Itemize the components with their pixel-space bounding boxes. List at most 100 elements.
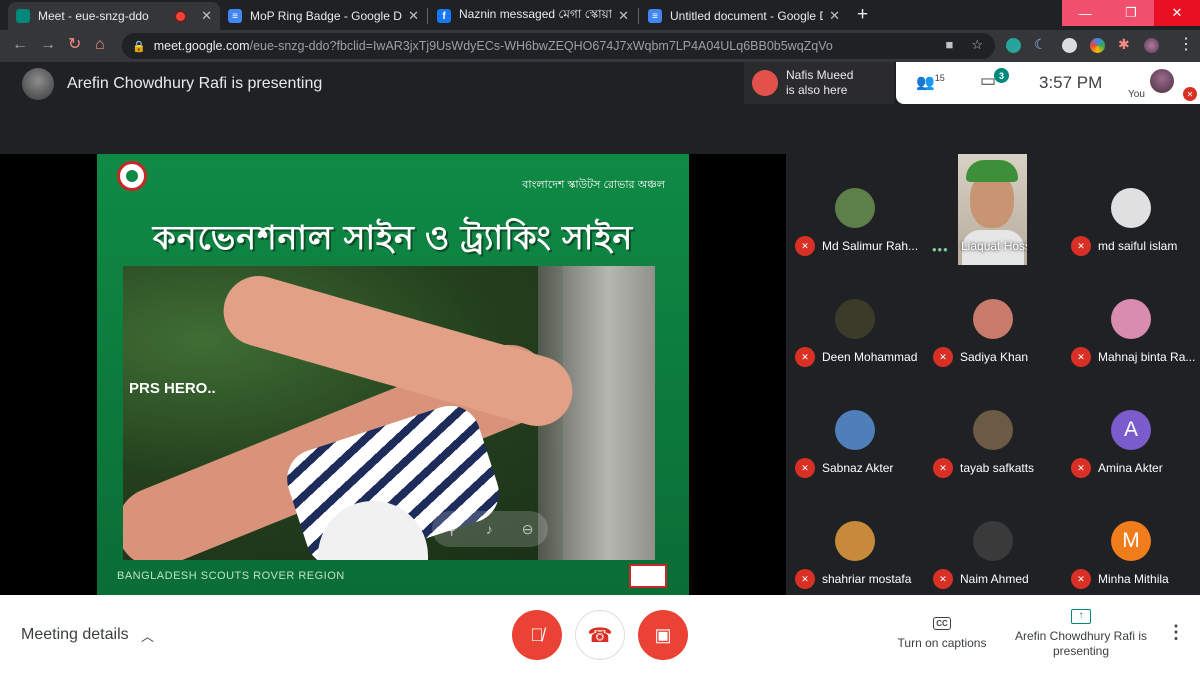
- extension-icon[interactable]: [1062, 38, 1077, 53]
- participant-tile[interactable]: ✕ Sadiya Khan: [924, 265, 1062, 376]
- meet-bottom-bar: Meeting details ︿ 🎙̸ ☎ ▣ CC Turn on capt…: [0, 595, 1200, 675]
- tab-separator: [427, 8, 428, 24]
- address-bar[interactable]: 🔒 meet.google.com /eue-snzg-ddo?fbclid=I…: [122, 33, 995, 59]
- avatar: [835, 521, 875, 561]
- slide-org: বাংলাদেশ স্কাউটস রোভার অঞ্চল: [522, 179, 665, 191]
- profile-avatar[interactable]: [1144, 38, 1159, 53]
- close-tab-icon[interactable]: ✕: [201, 8, 212, 24]
- new-tab-icon[interactable]: +: [857, 5, 868, 24]
- presenting-button[interactable]: ↑ Arefin Chowdhury Rafi is presenting: [1012, 607, 1150, 659]
- presented-slide: বাংলাদেশ স্কাউটস রোভার অঞ্চল কনভেনশনাল স…: [97, 154, 689, 595]
- browser-tab-strip: Meet - eue-snzg-ddo ✕ ≡ MoP Ring Badge -…: [0, 0, 1200, 30]
- people-count: 15: [934, 73, 945, 83]
- participant-tile[interactable]: M ✕ Minha Mithila: [1062, 487, 1200, 598]
- tab-title: Meet - eue-snzg-ddo: [38, 9, 149, 23]
- home-icon[interactable]: ⌂: [95, 36, 105, 54]
- avatar: [1111, 299, 1151, 339]
- participant-tile[interactable]: ✕ Deen Mohammad: [786, 265, 924, 376]
- participant-name: Minha Mithila: [1098, 572, 1169, 586]
- more-options-icon[interactable]: ⋮: [1167, 622, 1185, 643]
- menu-kebab-icon[interactable]: ⋮: [1178, 36, 1194, 54]
- tab-meet[interactable]: Meet - eue-snzg-ddo ✕: [8, 2, 220, 30]
- chevron-up-icon[interactable]: ︿: [141, 626, 154, 645]
- extension-icon[interactable]: [1090, 38, 1105, 53]
- participant-tile[interactable]: ✕ md saiful islam: [1062, 154, 1200, 265]
- avatar: [1111, 188, 1151, 228]
- participant-tile[interactable]: ✕ Sabnaz Akter: [786, 376, 924, 487]
- mic-off-icon: ✕: [933, 569, 953, 589]
- participant-video-tile[interactable]: Liaquat Hossain: [958, 154, 1027, 265]
- url-path: /eue-snzg-ddo?fbclid=IwAR3jxTj9UsWdyECs-…: [249, 39, 833, 53]
- also-here-text: is also here: [786, 83, 848, 97]
- close-tab-icon[interactable]: ✕: [618, 8, 629, 24]
- mic-off-icon: ✕: [795, 347, 815, 367]
- bookmark-star-icon[interactable]: ☆: [971, 37, 983, 53]
- meeting-details-button[interactable]: Meeting details: [21, 626, 129, 644]
- also-here-card[interactable]: Nafis Mueed is also here: [744, 62, 894, 104]
- participant-tile[interactable]: ✕ tayab safkatts: [924, 376, 1062, 487]
- tab-title: Naznin messaged মেগা স্কোয়াড: [459, 7, 613, 21]
- mic-off-icon: ✕: [795, 236, 815, 256]
- avatar: [835, 299, 875, 339]
- remove-icon[interactable]: ⊖: [522, 521, 534, 538]
- mic-off-icon: ✕: [795, 458, 815, 478]
- footer-logo-icon: [629, 564, 667, 588]
- docs-icon: ≡: [228, 9, 242, 23]
- facebook-icon: f: [437, 9, 451, 23]
- close-tab-icon[interactable]: ✕: [829, 8, 840, 24]
- extension-icon[interactable]: [1006, 38, 1021, 53]
- minimize-icon[interactable]: —: [1062, 0, 1108, 26]
- tab-facebook[interactable]: f Naznin messaged মেগা স্কোয়াড ✕: [429, 2, 637, 30]
- camera-toggle-button[interactable]: ▣: [638, 610, 688, 660]
- participant-tile[interactable]: ✕ Md Salimur Rah...: [786, 154, 924, 265]
- meet-top-controls: 👥15 ▭ 3 3:57 PM You ✕: [896, 62, 1200, 104]
- speaking-indicator-icon: •••: [932, 242, 949, 257]
- mic-off-icon: ✕: [1071, 347, 1091, 367]
- self-avatar[interactable]: [1150, 69, 1174, 93]
- puzzle-icon[interactable]: ✱: [1118, 36, 1133, 52]
- participant-name: Liaquat Hossain: [961, 239, 1027, 253]
- participant-grid: ✕ Md Salimur Rah... Liaquat Hossain ••• …: [786, 154, 1200, 595]
- forward-icon[interactable]: →: [40, 36, 56, 54]
- scouts-logo-icon: [117, 161, 147, 191]
- mic-off-icon: ✕: [1071, 569, 1091, 589]
- reload-icon[interactable]: ↻: [68, 36, 81, 54]
- close-tab-icon[interactable]: ✕: [408, 8, 419, 24]
- mic-off-icon: 🎙̸: [530, 624, 544, 645]
- tab-untitled-doc[interactable]: ≡ Untitled document - Google Docs ✕: [640, 2, 848, 30]
- window-controls: — ❐ ✕: [1062, 0, 1200, 26]
- lock-icon[interactable]: 🔒: [132, 40, 146, 53]
- mic-off-icon: ✕: [1071, 236, 1091, 256]
- camera-off-icon: ▣: [654, 624, 672, 645]
- browser-toolbar: ← → ↻ ⌂ 🔒 meet.google.com /eue-snzg-ddo?…: [0, 30, 1200, 62]
- slide-photo: PRS HERO..: [123, 266, 655, 560]
- presentation-stage: বাংলাদেশ স্কাউটস রোভার অঞ্চল কনভেনশনাল স…: [0, 154, 786, 595]
- present-screen-icon: ↑: [1071, 609, 1091, 624]
- tab-separator: [638, 8, 639, 24]
- pin-icon[interactable]: ⚲: [447, 521, 457, 538]
- tab-docs-mop[interactable]: ≡ MoP Ring Badge - Google Docs ✕: [220, 2, 427, 30]
- docs-icon: ≡: [648, 9, 662, 23]
- participant-tile[interactable]: A ✕ Amina Akter: [1062, 376, 1200, 487]
- mic-off-icon: ✕: [795, 569, 815, 589]
- participant-name: md saiful islam: [1098, 239, 1178, 253]
- participant-tile[interactable]: ✕ shahriar mostafa: [786, 487, 924, 598]
- meet-top-bar: Arefin Chowdhury Rafi is presenting Nafi…: [0, 62, 1200, 154]
- people-button[interactable]: 👥15: [916, 73, 945, 91]
- back-icon[interactable]: ←: [12, 36, 28, 54]
- mic-icon[interactable]: ♪: [486, 521, 493, 537]
- meet-icon: [16, 9, 30, 23]
- participant-name: Amina Akter: [1098, 461, 1163, 475]
- you-label: You: [1128, 89, 1145, 100]
- restore-icon[interactable]: ❐: [1108, 0, 1154, 26]
- tab-title: MoP Ring Badge - Google Docs: [250, 9, 402, 23]
- mic-toggle-button[interactable]: 🎙̸: [512, 610, 562, 660]
- moon-icon[interactable]: ☾: [1034, 36, 1049, 52]
- participant-tile[interactable]: ✕ Naim Ahmed: [924, 487, 1062, 598]
- captions-button[interactable]: CC Turn on captions: [894, 615, 990, 650]
- close-window-icon[interactable]: ✕: [1154, 0, 1200, 26]
- avatar: [973, 410, 1013, 450]
- camera-icon[interactable]: ■: [945, 37, 953, 53]
- leave-call-button[interactable]: ☎: [575, 610, 625, 660]
- participant-tile[interactable]: ✕ Mahnaj binta Ra...: [1062, 265, 1200, 376]
